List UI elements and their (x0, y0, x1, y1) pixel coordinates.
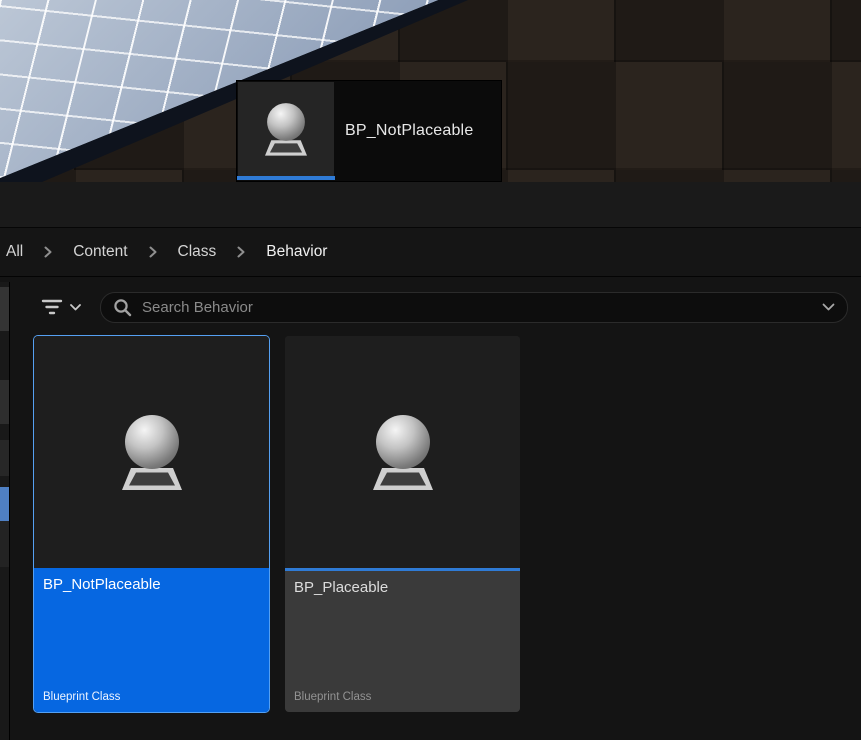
sources-panel-edge (0, 282, 10, 740)
breadcrumb-item-behavior[interactable]: Behavior (266, 243, 327, 261)
asset-name: BP_NotPlaceable (43, 576, 260, 593)
unreal-editor-window: BP_NotPlaceable All Content Class Behavi… (0, 0, 861, 740)
content-browser-header (0, 182, 861, 228)
docked-panel-edge-item[interactable] (0, 521, 9, 567)
filter-icon (41, 298, 63, 316)
asset-info-selected: BP_NotPlaceable Blueprint Class (34, 568, 269, 712)
search-icon (113, 298, 132, 317)
drag-preview-thumbnail (238, 82, 334, 176)
asset-tile-bp-notplaceable[interactable]: BP_NotPlaceable Blueprint Class (34, 336, 269, 712)
chevron-right-icon (42, 245, 54, 259)
search-input[interactable] (140, 298, 814, 317)
breadcrumb-item-all[interactable]: All (6, 243, 23, 261)
docked-panel-edge-item[interactable] (0, 380, 9, 424)
filter-button[interactable] (28, 290, 94, 324)
breadcrumb-item-class[interactable]: Class (178, 243, 217, 261)
chevron-right-icon (147, 245, 159, 259)
search-options-chevron-icon[interactable] (822, 303, 835, 312)
asset-thumbnail (34, 336, 269, 568)
blueprint-sphere-icon (353, 402, 453, 502)
chevron-right-icon (235, 245, 247, 259)
chevron-down-icon (70, 304, 81, 311)
breadcrumb: All Content Class Behavior (0, 228, 861, 277)
docked-panel-edge-item-selected[interactable] (0, 487, 9, 521)
asset-info: BP_Placeable Blueprint Class (285, 571, 520, 712)
asset-type-label: Blueprint Class (43, 691, 120, 703)
search-box[interactable] (100, 292, 848, 323)
drag-preview-accent-bar (237, 176, 335, 180)
drag-preview-label: BP_NotPlaceable (345, 81, 473, 181)
asset-name: BP_Placeable (294, 579, 511, 596)
level-viewport[interactable]: BP_NotPlaceable (0, 0, 861, 182)
breadcrumb-item-content[interactable]: Content (73, 243, 127, 261)
asset-thumbnail (285, 336, 520, 568)
asset-type-label: Blueprint Class (294, 691, 371, 703)
docked-panel-edge-item[interactable] (0, 440, 9, 476)
drag-preview: BP_NotPlaceable (236, 80, 502, 182)
blueprint-sphere-icon (251, 94, 321, 164)
blueprint-sphere-icon (102, 402, 202, 502)
asset-grid: BP_NotPlaceable Blueprint Class BP_Place… (11, 332, 861, 740)
docked-panel-edge-item[interactable] (0, 287, 9, 331)
asset-tile-bp-placeable[interactable]: BP_Placeable Blueprint Class (285, 336, 520, 712)
